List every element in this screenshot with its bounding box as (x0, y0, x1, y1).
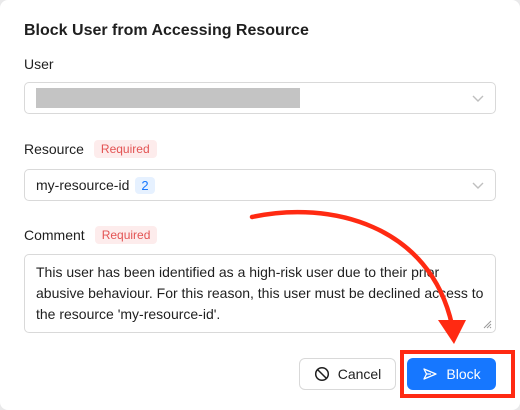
dialog-title: Block User from Accessing Resource (24, 22, 309, 39)
comment-label-text: Comment (24, 227, 85, 243)
send-icon (423, 368, 438, 380)
required-badge: Required (93, 140, 157, 158)
chevron-down-icon (472, 95, 484, 102)
block-label: Block (446, 366, 481, 382)
redacted-user-value (36, 88, 300, 108)
cancel-button[interactable]: Cancel (299, 358, 396, 390)
resource-selected-value: my-resource-id 2 (36, 177, 155, 194)
block-user-dialog: Block User from Accessing Resource User … (0, 0, 520, 410)
block-circle-icon (314, 366, 329, 382)
comment-textarea[interactable]: This user has been identified as a high-… (24, 254, 496, 333)
user-field-label: User (24, 56, 54, 72)
resize-handle-icon[interactable] (482, 319, 492, 329)
cancel-label: Cancel (337, 366, 382, 382)
block-button[interactable]: Block (407, 358, 496, 390)
resource-select[interactable]: my-resource-id 2 (24, 169, 496, 201)
comment-field-label: Comment Required (24, 226, 158, 244)
resource-value-text: my-resource-id (36, 177, 130, 193)
resource-field-label: Resource Required (24, 140, 157, 158)
resource-label-text: Resource (24, 141, 84, 157)
comment-text: This user has been identified as a high-… (36, 264, 484, 322)
annotation-arrow (249, 209, 466, 344)
user-select[interactable] (24, 82, 496, 114)
resource-count-badge: 2 (135, 177, 155, 194)
chevron-down-icon (472, 182, 484, 189)
required-badge: Required (94, 226, 158, 244)
user-label-text: User (24, 56, 54, 72)
